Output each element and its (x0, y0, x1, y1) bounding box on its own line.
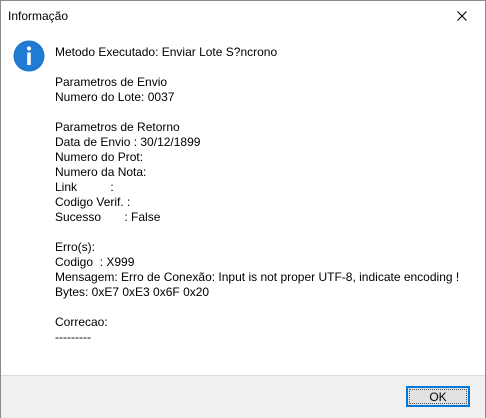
message-line: Erro(s): (55, 240, 95, 254)
close-icon (457, 11, 467, 21)
message-line: Link : (55, 180, 114, 194)
info-icon (13, 40, 45, 72)
message-line: Metodo Executado: Enviar Lote S?ncrono (55, 45, 278, 59)
message-line: Parametros de Envio (55, 75, 168, 89)
message-line: --------- (55, 330, 91, 344)
message-line: Numero do Lote: 0037 (55, 90, 175, 104)
message-line: Correcao: (55, 315, 108, 329)
message-line: Codigo Verif. : (55, 195, 131, 209)
message-line: Mensagem: Erro de Conexão: Input is not … (55, 270, 460, 284)
message-line: Parametros de Retorno (55, 120, 180, 134)
ok-button[interactable]: OK (406, 386, 470, 407)
message-text: Metodo Executado: Enviar Lote S?ncrono Pa… (55, 45, 475, 345)
message-line: Numero do Prot: (55, 150, 144, 164)
close-button[interactable] (439, 1, 485, 31)
message-line: Bytes: 0xE7 0xE3 0x6F 0x20 (55, 285, 210, 299)
message-line: Numero da Nota: (55, 165, 147, 179)
title-bar[interactable]: Informação (1, 1, 485, 31)
message-line: Sucesso : False (55, 210, 161, 224)
message-dialog: Informação Metodo Executado: Enviar Lote… (0, 0, 486, 418)
window-title: Informação (8, 9, 69, 23)
dialog-footer: OK (1, 375, 485, 418)
message-line: Codigo : X999 (55, 255, 135, 269)
message-line: Data de Envio : 30/12/1899 (55, 135, 201, 149)
